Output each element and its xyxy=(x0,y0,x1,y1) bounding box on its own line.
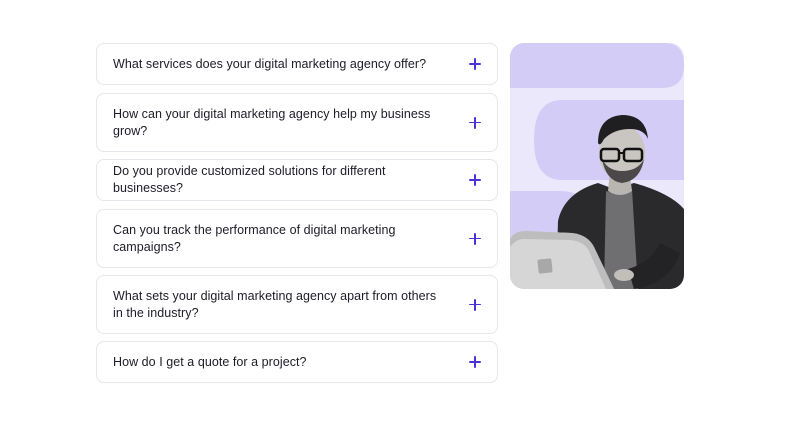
faq-item[interactable]: How can your digital marketing agency he… xyxy=(96,93,498,152)
faq-item[interactable]: What sets your digital marketing agency … xyxy=(96,275,498,334)
faq-item[interactable]: How do I get a quote for a project? xyxy=(96,341,498,383)
faq-question: Do you provide customized solutions for … xyxy=(113,164,386,195)
faq-item[interactable]: Do you provide customized solutions for … xyxy=(96,159,498,201)
plus-icon[interactable] xyxy=(469,174,481,186)
faq-item[interactable]: What services does your digital marketin… xyxy=(96,43,498,85)
plus-icon[interactable] xyxy=(469,356,481,368)
page: What services does your digital marketin… xyxy=(0,0,800,426)
plus-icon[interactable] xyxy=(469,58,481,70)
hero-image-card xyxy=(510,43,684,289)
plus-icon[interactable] xyxy=(469,298,481,311)
faq-question: What sets your digital marketing agency … xyxy=(113,288,437,320)
faq-question: How do I get a quote for a project? xyxy=(113,354,307,369)
hero-illustration xyxy=(510,43,684,289)
faq-item[interactable]: Can you track the performance of digital… xyxy=(96,209,498,268)
plus-icon[interactable] xyxy=(469,232,481,245)
faq-question: Can you track the performance of digital… xyxy=(113,222,396,254)
plus-icon[interactable] xyxy=(469,116,481,129)
faq-question: How can your digital marketing agency he… xyxy=(113,106,431,138)
faq-question: What services does your digital marketin… xyxy=(113,56,427,71)
faq-list: What services does your digital marketin… xyxy=(96,43,498,383)
